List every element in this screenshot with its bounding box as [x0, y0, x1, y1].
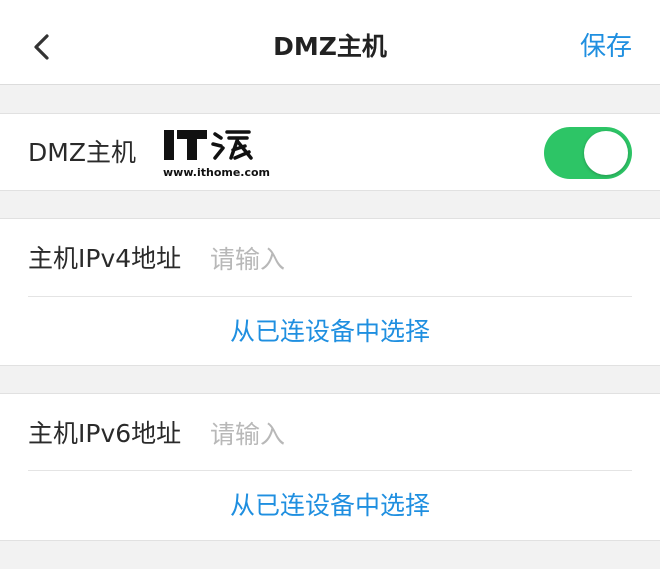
toggle-knob — [584, 131, 628, 175]
ipv6-input[interactable] — [210, 414, 610, 454]
ipv4-card: 主机IPv4地址 从已连设备中选择 — [0, 218, 660, 366]
ipv6-card: 主机IPv6地址 从已连设备中选择 — [0, 393, 660, 541]
dmz-toggle-switch[interactable] — [544, 127, 632, 179]
ipv6-divider — [28, 470, 632, 471]
nav-header: DMZ主机 保存 — [0, 0, 660, 85]
ithome-logo-icon — [164, 130, 253, 160]
ipv4-input[interactable] — [210, 239, 610, 279]
ipv4-label: 主机IPv4地址 — [28, 244, 182, 273]
ipv4-divider — [28, 296, 632, 297]
save-button[interactable]: 保存 — [580, 28, 632, 66]
dmz-toggle-row: DMZ主机 www.ithome.com — [0, 113, 660, 191]
ithome-watermark: www.ithome.com — [163, 128, 270, 180]
page-title: DMZ主机 — [273, 32, 387, 61]
watermark-url: www.ithome.com — [163, 166, 271, 179]
ipv6-label: 主机IPv6地址 — [28, 419, 182, 448]
ipv4-select-device-link[interactable]: 从已连设备中选择 — [0, 312, 660, 352]
dmz-toggle-label: DMZ主机 — [28, 138, 136, 167]
ipv6-select-device-link[interactable]: 从已连设备中选择 — [0, 486, 660, 526]
